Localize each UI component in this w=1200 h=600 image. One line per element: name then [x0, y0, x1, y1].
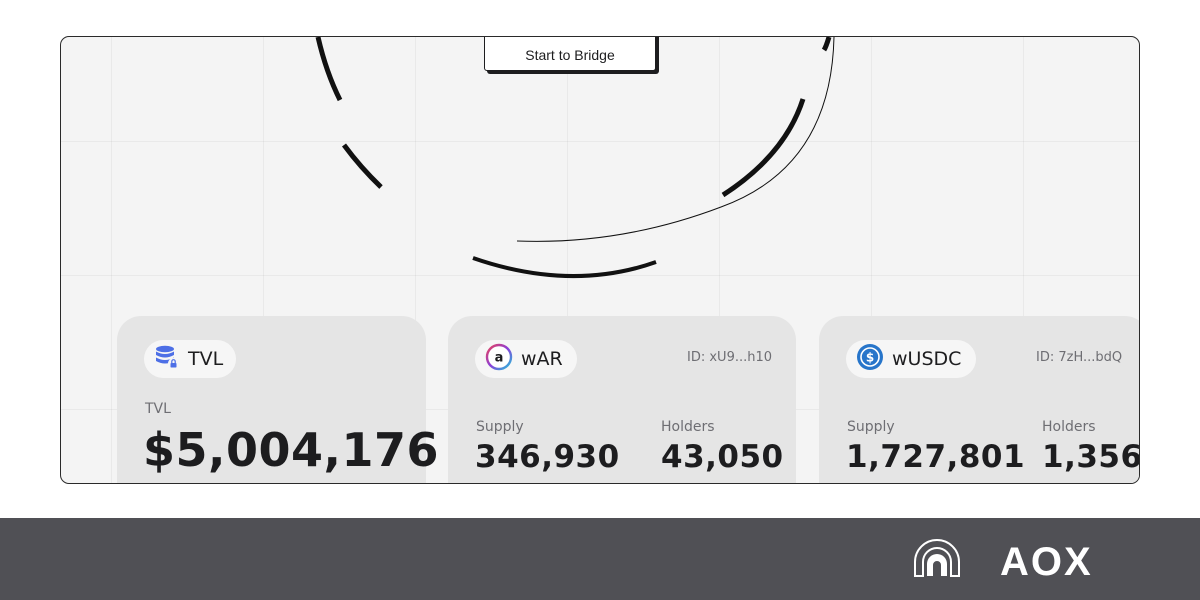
aox-logo: AOX [912, 538, 1122, 584]
war-chip: a wAR [475, 340, 577, 378]
wusdc-token-card[interactable]: $ wUSDC ID: 7zH...bdQ Supply 1,727,801 H… [819, 316, 1140, 483]
aox-logo-text: AOX [1000, 540, 1093, 580]
tvl-value: $5,004,176 [143, 423, 440, 477]
svg-text:a: a [495, 351, 504, 366]
war-token-card[interactable]: a wAR ID: xU9...h10 Supply 346,930 Holde… [448, 316, 796, 483]
ring-arc-6 [472, 256, 657, 278]
ring-arc-1 [315, 37, 343, 102]
usdc-logo-icon: $ [856, 343, 884, 375]
ring-arc-2 [341, 143, 383, 189]
aox-arch-logo-icon [914, 539, 960, 577]
start-bridge-button[interactable]: Start to Bridge [484, 37, 656, 71]
svg-text:$: $ [866, 351, 874, 365]
war-chip-label: wAR [521, 348, 563, 370]
war-supply-label: Supply [476, 419, 524, 435]
war-token-id: ID: xU9...h10 [687, 350, 773, 365]
wusdc-supply-value: 1,727,801 [846, 439, 1026, 475]
war-holders-label: Holders [661, 419, 715, 435]
ring-arc-5 [721, 98, 806, 198]
wusdc-chip: $ wUSDC [846, 340, 976, 378]
ring-arc-3 [821, 37, 832, 52]
tvl-chip-label: TVL [188, 348, 224, 370]
war-supply-value: 346,930 [475, 439, 620, 475]
wusdc-holders-label: Holders [1042, 419, 1096, 435]
app-window: Start to Bridge TVL TVL $5,004,176 a wAR… [60, 36, 1140, 484]
wusdc-supply-label: Supply [847, 419, 895, 435]
tvl-label: TVL [145, 401, 171, 417]
wusdc-holders-value: 1,356 [1042, 439, 1140, 475]
war-holders-value: 43,050 [661, 439, 784, 475]
wusdc-token-id: ID: 7zH...bdQ [1036, 350, 1123, 365]
tvl-chip: TVL [144, 340, 236, 378]
arweave-logo-icon: a [485, 343, 513, 375]
tvl-card: TVL TVL $5,004,176 [117, 316, 439, 483]
database-lock-icon [154, 344, 180, 374]
wusdc-chip-label: wUSDC [892, 348, 962, 370]
